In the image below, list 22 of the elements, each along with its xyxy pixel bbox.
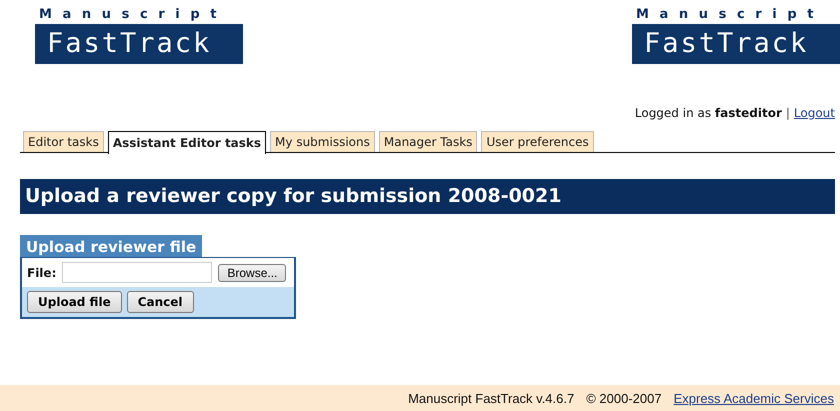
action-button[interactable]: Cancel <box>126 291 194 313</box>
page-title: Upload a reviewer copy for submission 2008-0021 <box>20 179 835 214</box>
field-label: File: <box>27 266 56 280</box>
action-button[interactable]: Upload file <box>27 291 122 313</box>
separator-text: | <box>786 106 790 122</box>
logout-link[interactable]: Logout <box>794 106 835 126</box>
copyright-text: © 2000-2007 <box>586 390 662 406</box>
nav-tab[interactable]: Editor tasks <box>23 131 104 152</box>
browse-button[interactable]: Browse... <box>218 264 286 282</box>
login-status: Logged in as fasteditor <box>634 106 782 122</box>
logo-banner: FastTrack <box>35 24 243 64</box>
nav-tab[interactable]: My submissions <box>270 131 375 152</box>
nav-tab[interactable]: Assistant Editor tasks <box>108 130 266 154</box>
company-link[interactable]: Express Academic Services <box>674 390 834 406</box>
logo-wordmark: Manuscript <box>38 6 228 24</box>
logo-wordmark: Manuscript <box>635 6 826 24</box>
panel-title: Upload reviewer file <box>20 235 202 257</box>
nav-tab[interactable]: Manager Tasks <box>378 131 478 152</box>
version-text: Manuscript FastTrack v.4.6.7 <box>408 390 574 406</box>
nav-tab[interactable]: User preferences <box>481 131 594 152</box>
logo-banner: FastTrack <box>632 24 840 64</box>
file-input-field[interactable] <box>62 262 212 283</box>
